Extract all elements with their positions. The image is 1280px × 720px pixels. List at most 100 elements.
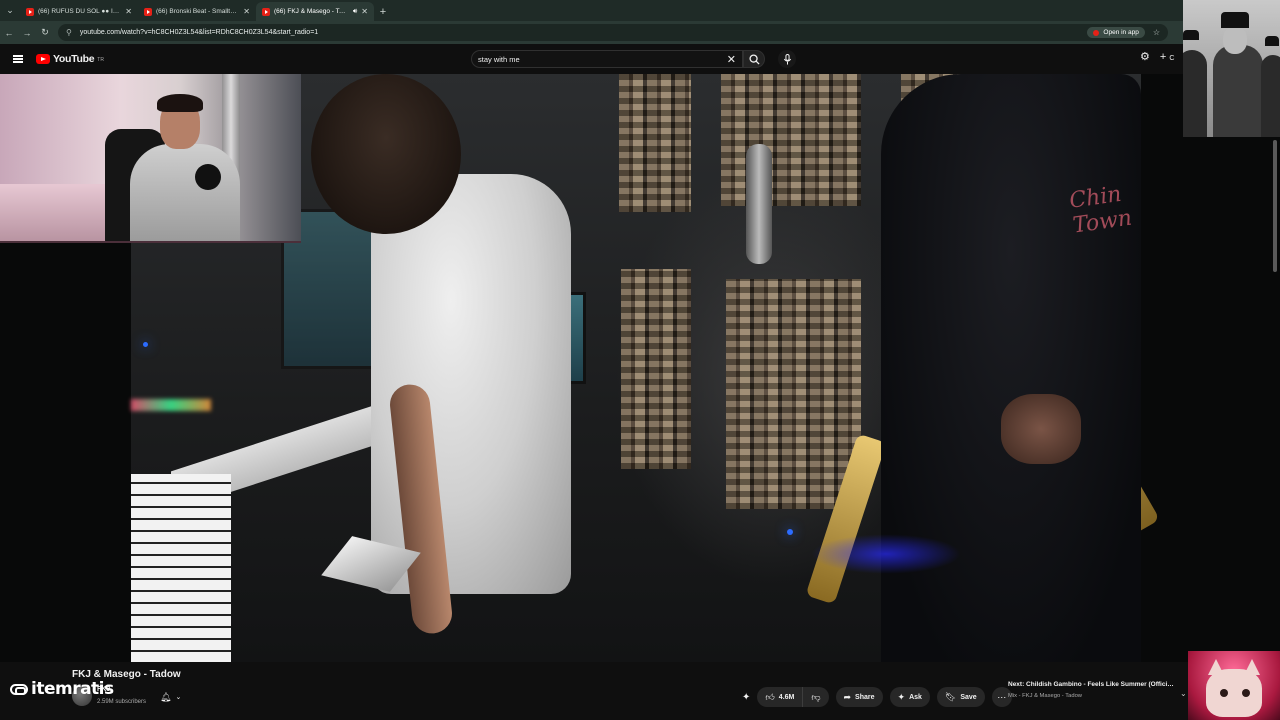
dislike-button[interactable]: 👎︎ <box>803 687 829 707</box>
video-info-bar: FKJ & Masego - Tadow FKJ 2.59M subscribe… <box>0 662 1188 720</box>
up-next-title: Next: Childish Gambino - Feels Like Summ… <box>1008 681 1176 688</box>
search-input[interactable]: stay with me ✕ <box>471 50 743 68</box>
cat-meme-overlay <box>1188 651 1280 720</box>
thumbs-up-icon: 👍︎ <box>765 691 775 702</box>
cat-eye <box>1220 689 1228 697</box>
sparkle-icon[interactable]: ✦ <box>742 692 750 703</box>
tab-close-icon[interactable]: ✕ <box>243 7 250 16</box>
youtube-app-icon <box>1093 29 1100 36</box>
historical-photo-overlay <box>1183 0 1280 137</box>
subscriber-count: 2.59M subscribers <box>97 699 147 705</box>
kalpak-hat <box>1221 12 1249 28</box>
save-button[interactable]: 🔖︎ Save <box>936 687 985 707</box>
figure-face <box>1223 26 1247 54</box>
like-dislike-group: 👍︎ 4.6M 👎︎ <box>757 687 829 707</box>
site-info-icon[interactable]: ⚲ <box>66 28 72 37</box>
search-button[interactable] <box>743 50 765 68</box>
back-arrow-icon[interactable]: ← <box>0 21 18 44</box>
like-button[interactable]: 👍︎ 4.6M <box>757 687 804 707</box>
bell-icon: 🔔︎ <box>160 691 172 702</box>
figure-right <box>1261 55 1280 137</box>
up-next-card[interactable]: Next: Childish Gambino - Feels Like Summ… <box>1000 672 1188 710</box>
ask-label: Ask <box>909 693 922 701</box>
tab-title: (66) FKJ & Masego - Tadow <box>274 8 349 15</box>
streamer-webcam-overlay <box>0 74 301 243</box>
streamer <box>115 94 265 241</box>
youtube-play-logo-icon <box>36 54 50 64</box>
clear-search-icon[interactable]: ✕ <box>727 53 736 66</box>
url-text: youtube.com/watch?v=hC8CH0Z3L54&list=RDh… <box>79 29 319 36</box>
video-actions: ✦ 👍︎ 4.6M 👎︎ ➦ Share ✦ Ask 🔖︎ Save ⋯ <box>742 687 1012 707</box>
share-label: Share <box>855 693 875 701</box>
figure-left <box>1183 50 1207 137</box>
streamer-hoodie <box>130 144 240 241</box>
studio-microphone <box>746 144 772 264</box>
blue-led <box>787 529 793 535</box>
search-icon <box>748 53 760 65</box>
microphone-icon <box>783 53 791 65</box>
tab-list-chevron-icon[interactable]: ⌄ <box>0 0 20 21</box>
synth-lights <box>131 399 211 411</box>
cat-eye <box>1242 689 1250 697</box>
chevron-down-icon[interactable]: ⌄ <box>1180 689 1187 698</box>
open-in-app-button[interactable]: Open in app <box>1087 27 1145 38</box>
musician-white-shirt <box>371 174 571 594</box>
region-code: TR <box>97 57 104 63</box>
youtube-favicon-icon <box>262 7 270 16</box>
browser-tab[interactable]: (66) Bronski Beat - Smalltown Boy ✕ <box>138 2 256 21</box>
share-arrow-icon: ➦ <box>843 691 852 702</box>
forward-arrow-icon[interactable]: → <box>18 21 36 44</box>
youtube-favicon-icon <box>144 7 152 16</box>
browser-tab[interactable]: (66) RÜFÜS DU SOL ●● Innerbloom ✕ <box>20 2 138 21</box>
cat-face <box>1206 669 1262 717</box>
voice-search-button[interactable] <box>778 50 796 68</box>
like-count: 4.6M <box>778 693 795 701</box>
search-query: stay with me <box>478 54 520 64</box>
notification-bell-button[interactable]: 🔔︎ ⌄ <box>160 689 196 705</box>
reload-icon[interactable]: ↻ <box>36 21 54 44</box>
shirt-print-text: Chin Town <box>1067 181 1134 239</box>
bookmark-icon: 🔖︎ <box>944 691 957 702</box>
bookmark-star-icon[interactable]: ☆ <box>1153 28 1160 37</box>
browser-tab-active[interactable]: (66) FKJ & Masego - Tadow 🔊︎ ✕ <box>256 2 374 21</box>
figure-center <box>1213 45 1263 137</box>
blue-led <box>143 342 148 347</box>
youtube-logo[interactable]: YouTube TR <box>36 53 104 65</box>
streamer-hair <box>157 94 203 112</box>
acoustic-panel <box>721 74 861 206</box>
tab-close-icon[interactable]: ✕ <box>361 7 368 16</box>
acoustic-panel <box>619 74 691 212</box>
piano-keys <box>131 474 231 662</box>
watermark-text: itemratis <box>31 679 114 699</box>
header-actions: ⚙ + C <box>1140 50 1175 64</box>
save-label: Save <box>960 693 977 701</box>
ask-button[interactable]: ✦ Ask <box>889 687 930 707</box>
create-button[interactable]: + C <box>1160 51 1175 63</box>
up-next-playlist: Mix - FKJ & Masego - Tadow <box>1008 693 1082 699</box>
floor-blue-glow <box>811 534 961 574</box>
browser-tab-strip: ⌄ (66) RÜFÜS DU SOL ●● Innerbloom ✕ (66)… <box>0 0 1280 21</box>
stream-watermark: itemratis <box>10 679 114 699</box>
youtube-favicon-icon <box>26 7 34 16</box>
speaker-icon[interactable]: 🔊︎ <box>353 8 357 16</box>
tab-title: (66) RÜFÜS DU SOL ●● Innerbloom <box>38 8 121 15</box>
create-label-partial: C <box>1169 54 1175 62</box>
page-scrollbar-thumb[interactable] <box>1273 140 1277 272</box>
chevron-down-icon: ⌄ <box>175 694 182 701</box>
hamburger-menu-icon[interactable] <box>0 44 36 74</box>
share-button[interactable]: ➦ Share <box>835 687 883 707</box>
musician-head <box>311 74 461 234</box>
address-bar[interactable]: ⚲ youtube.com/watch?v=hC8CH0Z3L54&list=R… <box>58 24 1168 41</box>
kalpak-hat <box>1183 30 1199 40</box>
sparkle-ask-icon: ✦ <box>897 691 906 702</box>
extension-puzzle-icon[interactable]: ⚙ <box>1140 50 1150 63</box>
youtube-masthead: YouTube TR stay with me ✕ ⚙ + C <box>0 44 1280 74</box>
tab-title: (66) Bronski Beat - Smalltown Boy <box>156 8 240 15</box>
watermark-logo-icon <box>10 683 28 695</box>
open-in-app-label: Open in app <box>1103 29 1139 36</box>
new-tab-plus-icon[interactable]: + <box>374 2 392 21</box>
acoustic-panel <box>726 279 861 509</box>
thumbs-down-icon: 👎︎ <box>811 691 821 702</box>
tab-close-icon[interactable]: ✕ <box>125 7 132 16</box>
musician-hand <box>1001 394 1081 464</box>
